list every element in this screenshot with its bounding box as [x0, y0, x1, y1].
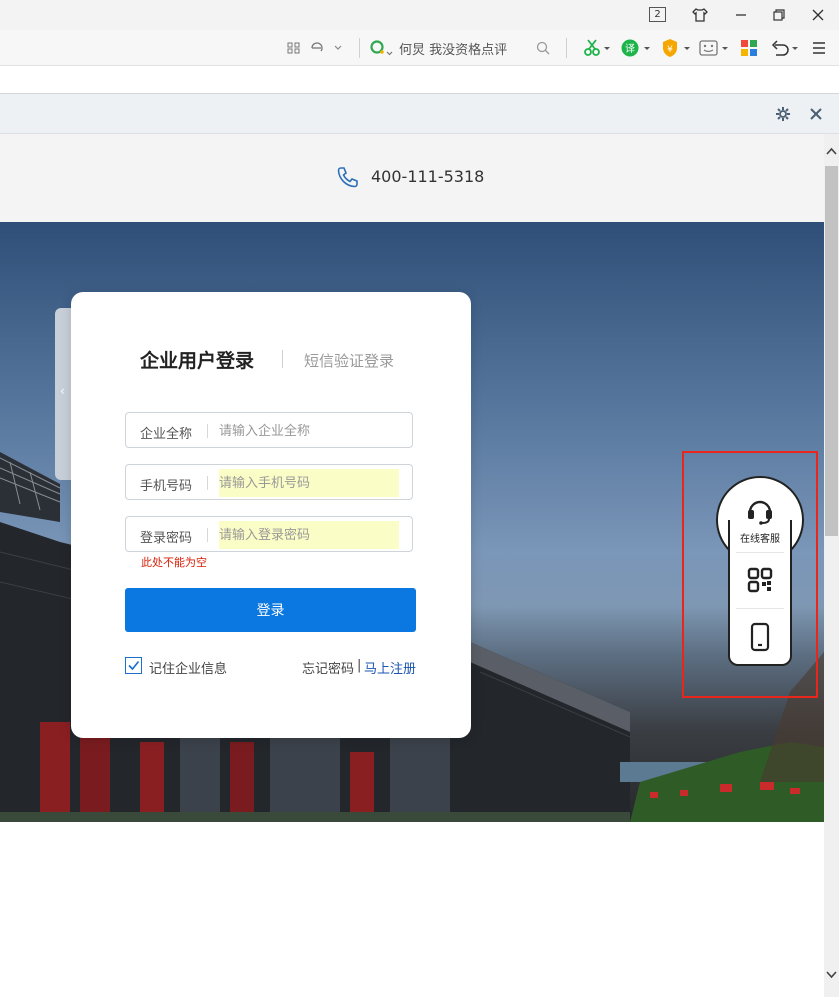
search-engine-icon[interactable] — [368, 37, 394, 59]
headset-icon[interactable] — [746, 496, 774, 526]
floating-service-panel: 在线客服 — [716, 476, 804, 666]
svg-text:译: 译 — [625, 43, 635, 55]
page-scrollbar[interactable] — [824, 134, 839, 997]
qr-code-icon[interactable] — [747, 567, 773, 593]
tab-sms-login[interactable]: 短信验证登录 — [304, 350, 394, 371]
phone-field: 手机号码 — [125, 464, 413, 500]
toolbar-divider — [566, 38, 567, 58]
login-card: 企业用户登录 短信验证登录 企业全称 手机号码 登录密码 此处不能为空 登录 记… — [71, 292, 471, 738]
window-titlebar: 2 — [0, 0, 839, 30]
bookmark-bar — [0, 66, 839, 94]
info-bar — [0, 94, 839, 134]
forgot-password-link[interactable]: 忘记密码 — [302, 658, 354, 677]
chevron-left-icon: ‹ — [60, 384, 65, 398]
shield-icon[interactable]: ¥ — [660, 37, 692, 59]
close-icon[interactable] — [809, 107, 823, 121]
field-separator — [207, 528, 208, 542]
register-link[interactable]: 马上注册 — [364, 658, 416, 677]
app-tiles-icon[interactable] — [739, 37, 759, 59]
field-label: 手机号码 — [140, 479, 193, 494]
toolbar-divider — [359, 38, 360, 58]
field-label: 登录密码 — [140, 531, 193, 546]
field-separator — [207, 424, 208, 438]
panel-divider — [736, 608, 784, 609]
undo-icon[interactable] — [769, 37, 801, 59]
online-service-label[interactable]: 在线客服 — [716, 530, 804, 545]
scroll-up-icon[interactable] — [826, 146, 837, 156]
scroll-down-icon[interactable] — [826, 970, 837, 980]
company-name-input[interactable] — [219, 417, 399, 445]
tab-enterprise-login[interactable]: 企业用户登录 — [140, 346, 254, 373]
ie-compat-icon[interactable] — [309, 37, 325, 59]
window-count-badge[interactable]: 2 — [649, 7, 666, 22]
close-window-icon[interactable] — [808, 5, 828, 25]
gear-icon[interactable] — [775, 106, 791, 122]
search-suggestion[interactable]: 何炅 我没资格点评 — [399, 39, 507, 58]
phone-input[interactable] — [219, 469, 399, 497]
field-separator — [207, 476, 208, 490]
menu-icon[interactable] — [810, 37, 828, 59]
site-header: 400-111-5318 — [0, 134, 824, 222]
checkmark-icon — [128, 661, 140, 671]
company-name-field: 企业全称 — [125, 412, 413, 448]
remember-label[interactable]: 记住企业信息 — [149, 658, 227, 677]
scissors-icon[interactable] — [582, 37, 612, 59]
panel-divider — [736, 552, 784, 553]
login-button[interactable]: 登录 — [125, 588, 416, 632]
password-error-message: 此处不能为空 — [141, 556, 207, 569]
skin-shirt-icon[interactable] — [690, 5, 710, 25]
password-input[interactable] — [219, 521, 399, 549]
screenshot-face-icon[interactable] — [698, 37, 730, 59]
svg-text:¥: ¥ — [667, 45, 673, 55]
tab-divider — [282, 350, 283, 368]
remember-checkbox[interactable] — [125, 657, 142, 674]
minimize-icon[interactable] — [731, 5, 751, 25]
restore-icon[interactable] — [769, 5, 789, 25]
password-field: 登录密码 — [125, 516, 413, 552]
hotline-number: 400-111-5318 — [371, 167, 485, 186]
scrollbar-thumb[interactable] — [825, 166, 838, 536]
phone-icon — [337, 167, 358, 188]
link-separator: | — [357, 658, 362, 673]
chevron-down-icon[interactable] — [333, 37, 343, 59]
translate-icon[interactable]: 译 — [620, 37, 652, 59]
mobile-phone-icon[interactable] — [749, 622, 771, 652]
browser-toolbar: 何炅 我没资格点评 译 ¥ — [0, 30, 839, 66]
grid-apps-icon[interactable] — [287, 37, 301, 59]
search-icon[interactable] — [535, 37, 551, 59]
field-label: 企业全称 — [140, 427, 193, 442]
